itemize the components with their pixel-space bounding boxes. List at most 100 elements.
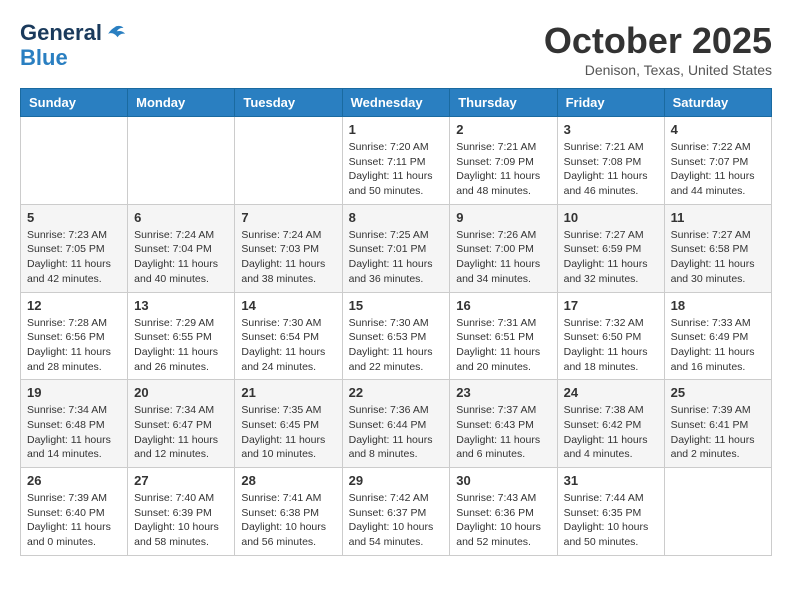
table-row: 17Sunrise: 7:32 AM Sunset: 6:50 PM Dayli…	[557, 292, 664, 380]
table-row: 14 Sunrise: 7:30 AM Sunset: 6:54 PM Dayli…	[235, 292, 342, 380]
calendar-week-3: 12 Sunrise: 7:28 AM Sunset: 6:56 PM Dayli…	[21, 292, 772, 380]
calendar-table: Sunday Monday Tuesday Wednesday Thursday…	[20, 88, 772, 556]
day-content: Sunrise: 7:27 AM Sunset: 6:59 PM Dayligh…	[564, 228, 658, 287]
day-content: Sunrise: 7:30 AM Sunset: 6:54 PM Dayligh…	[241, 316, 335, 375]
table-row: 12 Sunrise: 7:28 AM Sunset: 6:56 PM Dayli…	[21, 292, 128, 380]
day-number: 30	[456, 473, 550, 488]
day-number: 6	[134, 210, 228, 225]
table-row: 7Sunrise: 7:24 AM Sunset: 7:03 PM Daylig…	[235, 204, 342, 292]
table-row: 23 Sunrise: 7:37 AM Sunset: 6:43 PM Dayli…	[450, 380, 557, 468]
table-row: 30Sunrise: 7:43 AM Sunset: 6:36 PM Dayli…	[450, 468, 557, 556]
day-content: Sunrise: 7:42 AM Sunset: 6:37 PM Dayligh…	[349, 491, 444, 550]
day-content: Sunrise: 7:34 AM Sunset: 6:48 PM Dayligh…	[27, 403, 121, 462]
table-row: 2 Sunrise: 7:21 AM Sunset: 7:09 PM Daylig…	[450, 117, 557, 205]
table-row: 3 Sunrise: 7:21 AM Sunset: 7:08 PM Daylig…	[557, 117, 664, 205]
table-row: 26 Sunrise: 7:39 AM Sunset: 6:40 PM Dayli…	[21, 468, 128, 556]
day-number: 29	[349, 473, 444, 488]
table-row: 18Sunrise: 7:33 AM Sunset: 6:49 PM Dayli…	[664, 292, 771, 380]
day-content: Sunrise: 7:22 AM Sunset: 7:07 PM Dayligh…	[671, 140, 765, 199]
col-thursday: Thursday	[450, 89, 557, 117]
day-content: Sunrise: 7:31 AM Sunset: 6:51 PM Dayligh…	[456, 316, 550, 375]
col-tuesday: Tuesday	[235, 89, 342, 117]
title-section: October 2025 Denison, Texas, United Stat…	[544, 20, 772, 78]
day-number: 12	[27, 298, 121, 313]
table-row: 13 Sunrise: 7:29 AM Sunset: 6:55 PM Dayli…	[128, 292, 235, 380]
table-row: 16 Sunrise: 7:31 AM Sunset: 6:51 PM Dayli…	[450, 292, 557, 380]
day-content: Sunrise: 7:25 AM Sunset: 7:01 PM Dayligh…	[349, 228, 444, 287]
table-row: 28 Sunrise: 7:41 AM Sunset: 6:38 PM Dayli…	[235, 468, 342, 556]
day-number: 16	[456, 298, 550, 313]
day-content: Sunrise: 7:39 AM Sunset: 6:40 PM Dayligh…	[27, 491, 121, 550]
day-number: 31	[564, 473, 658, 488]
day-content: Sunrise: 7:44 AM Sunset: 6:35 PM Dayligh…	[564, 491, 658, 550]
table-row: 22Sunrise: 7:36 AM Sunset: 6:44 PM Dayli…	[342, 380, 450, 468]
day-content: Sunrise: 7:37 AM Sunset: 6:43 PM Dayligh…	[456, 403, 550, 462]
day-number: 4	[671, 122, 765, 137]
table-row: 5 Sunrise: 7:23 AM Sunset: 7:05 PM Daylig…	[21, 204, 128, 292]
table-row: 15Sunrise: 7:30 AM Sunset: 6:53 PM Dayli…	[342, 292, 450, 380]
calendar-week-4: 19 Sunrise: 7:34 AM Sunset: 6:48 PM Dayli…	[21, 380, 772, 468]
col-friday: Friday	[557, 89, 664, 117]
table-row	[664, 468, 771, 556]
day-number: 27	[134, 473, 228, 488]
table-row: 19 Sunrise: 7:34 AM Sunset: 6:48 PM Dayli…	[21, 380, 128, 468]
day-content: Sunrise: 7:28 AM Sunset: 6:56 PM Dayligh…	[27, 316, 121, 375]
day-number: 18	[671, 298, 765, 313]
table-row: 10 Sunrise: 7:27 AM Sunset: 6:59 PM Dayli…	[557, 204, 664, 292]
day-number: 26	[27, 473, 121, 488]
day-content: Sunrise: 7:29 AM Sunset: 6:55 PM Dayligh…	[134, 316, 228, 375]
day-number: 19	[27, 385, 121, 400]
day-content: Sunrise: 7:21 AM Sunset: 7:08 PM Dayligh…	[564, 140, 658, 199]
day-number: 14	[241, 298, 335, 313]
table-row	[21, 117, 128, 205]
day-number: 23	[456, 385, 550, 400]
location: Denison, Texas, United States	[544, 62, 772, 78]
day-content: Sunrise: 7:21 AM Sunset: 7:09 PM Dayligh…	[456, 140, 550, 199]
day-number: 1	[349, 122, 444, 137]
day-content: Sunrise: 7:23 AM Sunset: 7:05 PM Dayligh…	[27, 228, 121, 287]
table-row: 6 Sunrise: 7:24 AM Sunset: 7:04 PM Daylig…	[128, 204, 235, 292]
calendar-header-row: Sunday Monday Tuesday Wednesday Thursday…	[21, 89, 772, 117]
day-number: 28	[241, 473, 335, 488]
logo-general-text: General	[20, 20, 102, 46]
table-row: 24Sunrise: 7:38 AM Sunset: 6:42 PM Dayli…	[557, 380, 664, 468]
day-number: 8	[349, 210, 444, 225]
day-number: 15	[349, 298, 444, 313]
day-number: 2	[456, 122, 550, 137]
table-row	[235, 117, 342, 205]
table-row: 9 Sunrise: 7:26 AM Sunset: 7:00 PM Daylig…	[450, 204, 557, 292]
day-number: 13	[134, 298, 228, 313]
day-number: 22	[349, 385, 444, 400]
day-content: Sunrise: 7:38 AM Sunset: 6:42 PM Dayligh…	[564, 403, 658, 462]
page-container: General Blue October 2025 Denison, Texas…	[0, 0, 792, 566]
calendar-week-1: 1Sunrise: 7:20 AM Sunset: 7:11 PM Daylig…	[21, 117, 772, 205]
calendar-week-5: 26 Sunrise: 7:39 AM Sunset: 6:40 PM Dayli…	[21, 468, 772, 556]
day-content: Sunrise: 7:35 AM Sunset: 6:45 PM Dayligh…	[241, 403, 335, 462]
day-number: 5	[27, 210, 121, 225]
logo-bird-icon	[104, 24, 126, 42]
table-row: 8 Sunrise: 7:25 AM Sunset: 7:01 PM Daylig…	[342, 204, 450, 292]
table-row: 25Sunrise: 7:39 AM Sunset: 6:41 PM Dayli…	[664, 380, 771, 468]
col-wednesday: Wednesday	[342, 89, 450, 117]
day-number: 7	[241, 210, 335, 225]
day-number: 11	[671, 210, 765, 225]
day-content: Sunrise: 7:40 AM Sunset: 6:39 PM Dayligh…	[134, 491, 228, 550]
table-row: 21Sunrise: 7:35 AM Sunset: 6:45 PM Dayli…	[235, 380, 342, 468]
day-number: 9	[456, 210, 550, 225]
day-number: 25	[671, 385, 765, 400]
day-content: Sunrise: 7:24 AM Sunset: 7:04 PM Dayligh…	[134, 228, 228, 287]
col-sunday: Sunday	[21, 89, 128, 117]
month-title: October 2025	[544, 20, 772, 62]
day-content: Sunrise: 7:26 AM Sunset: 7:00 PM Dayligh…	[456, 228, 550, 287]
day-number: 3	[564, 122, 658, 137]
table-row: 27 Sunrise: 7:40 AM Sunset: 6:39 PM Dayli…	[128, 468, 235, 556]
logo: General Blue	[20, 20, 126, 70]
day-number: 20	[134, 385, 228, 400]
day-content: Sunrise: 7:41 AM Sunset: 6:38 PM Dayligh…	[241, 491, 335, 550]
table-row: 31 Sunrise: 7:44 AM Sunset: 6:35 PM Dayli…	[557, 468, 664, 556]
table-row: 1Sunrise: 7:20 AM Sunset: 7:11 PM Daylig…	[342, 117, 450, 205]
table-row	[128, 117, 235, 205]
day-number: 10	[564, 210, 658, 225]
logo-blue-label: Blue	[20, 46, 68, 70]
table-row: 29 Sunrise: 7:42 AM Sunset: 6:37 PM Dayli…	[342, 468, 450, 556]
